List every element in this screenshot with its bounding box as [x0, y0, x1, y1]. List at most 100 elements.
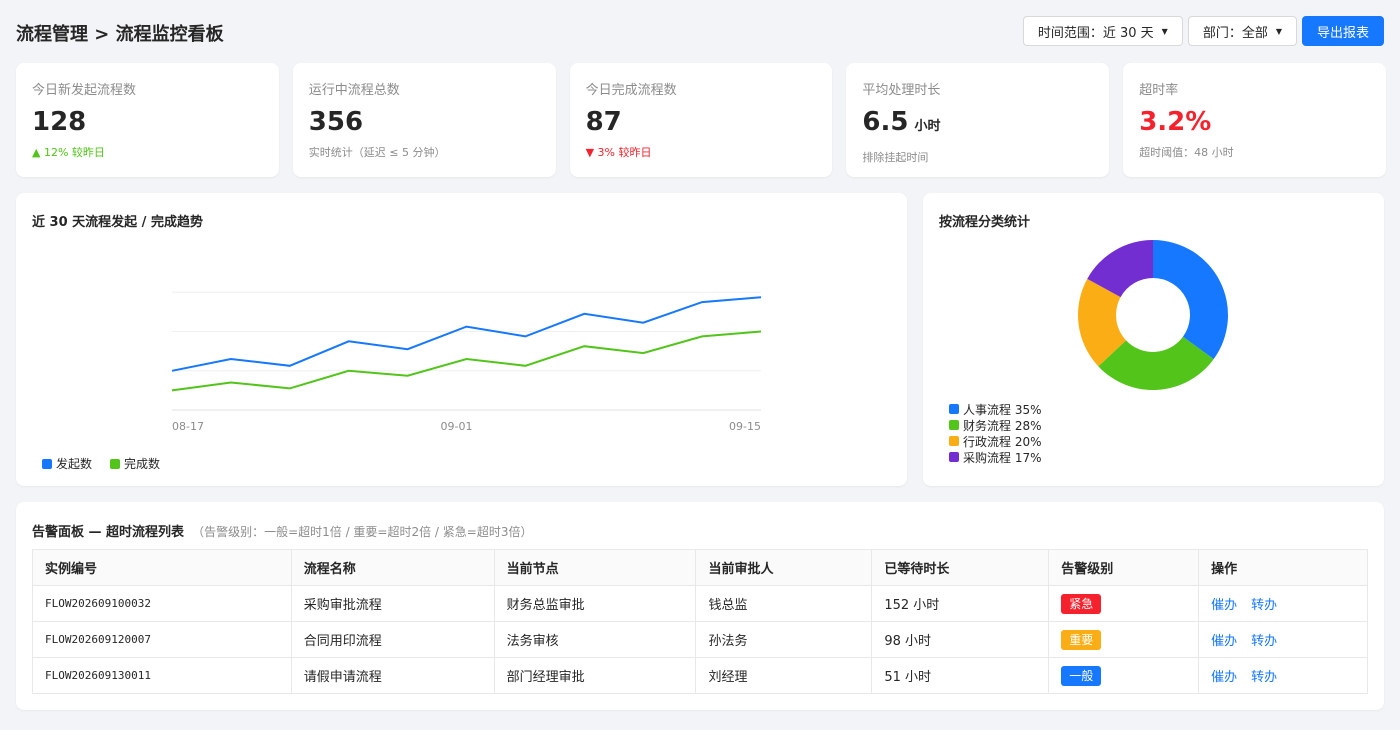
alert-level-note: （告警级别：一般=超时1倍 / 重要=超时2倍 / 紧急=超时3倍）: [192, 525, 533, 539]
alert-level-cell: 紧急: [1048, 585, 1200, 622]
actions-cell: 催办 转办: [1198, 585, 1368, 622]
time-range-dropdown[interactable]: 时间范围：近 30 天 ▼: [1022, 16, 1183, 46]
kpi-number: 6.5: [862, 107, 909, 137]
legend-item: 财务流程 28%: [949, 417, 1042, 433]
transfer-link[interactable]: 转办: [1251, 598, 1277, 613]
wait-duration: 152 小时: [871, 585, 1050, 622]
legend-swatch: [110, 458, 121, 469]
kpi-label: 运行中流程总数: [308, 83, 400, 98]
kpi-number: 356: [308, 107, 364, 137]
kpi-card-completed-today: 今日完成流程数 87 ▼ 3% 较昨日: [569, 63, 833, 177]
legend-item: 完成数: [110, 455, 160, 472]
current-node: 法务审核: [493, 621, 697, 658]
pie-slice: [1153, 240, 1228, 360]
wait-duration: 98 小时: [871, 621, 1050, 658]
kpi-value: 87: [586, 106, 817, 138]
alert-level-badge: 一般: [1061, 665, 1102, 686]
pie-legend: 人事流程 35% 财务流程 28% 行政流程 20% 采购流程 17%: [949, 401, 1042, 465]
urge-link[interactable]: 催办: [1211, 670, 1237, 685]
current-approver: 孙法务: [695, 621, 873, 658]
department-label: 部门：全部: [1202, 25, 1268, 41]
trend-chart-panel: 近 30 天流程发起 / 完成趋势 08-17 09-01 09-15 发起数 完成数: [16, 193, 907, 486]
column-header: 流程名称: [290, 549, 495, 586]
kpi-card-new-today: 今日新发起流程数 128 ▲ 12% 较昨日: [16, 63, 279, 177]
x-tick-label: 08-17: [172, 420, 204, 433]
table-row: FLOW202609120007 合同用印流程 法务审核 孙法务 98 小时 重…: [32, 621, 1368, 658]
kpi-label: 平均处理时长: [862, 83, 941, 98]
alert-table: 实例编号 流程名称 当前节点 当前审批人 已等待时长 告警级别 操作 FLOW2…: [32, 549, 1368, 694]
current-approver: 钱总监: [695, 585, 873, 622]
kpi-number: 128: [32, 107, 87, 137]
legend-item: 行政流程 20%: [949, 433, 1042, 449]
kpi-card-timeout-rate: 超时率 3.2% 超时阈值：48 小时: [1123, 63, 1386, 177]
column-header: 当前审批人: [695, 549, 873, 586]
actions-cell: 催办 转办: [1198, 657, 1368, 694]
process-name: 采购审批流程: [290, 585, 495, 622]
table-header-row: 实例编号 流程名称 当前节点 当前审批人 已等待时长 告警级别 操作: [32, 549, 1368, 586]
process-name: 请假申请流程: [290, 657, 495, 694]
kpi-note: 排除挂起时间: [862, 151, 929, 164]
urge-link[interactable]: 催办: [1211, 598, 1237, 613]
header-controls: 时间范围：近 30 天 ▼ 部门：全部 ▼ 导出报表: [1022, 16, 1384, 46]
column-header: 告警级别: [1048, 549, 1200, 586]
page-title: 流程管理 > 流程监控看板: [16, 24, 224, 45]
legend-label: 行政流程 20%: [963, 434, 1042, 449]
alert-level-cell: 重要: [1048, 621, 1200, 658]
column-header: 已等待时长: [871, 549, 1050, 586]
kpi-number: 87: [585, 107, 622, 137]
legend-swatch: [949, 436, 959, 446]
legend-item: 发起数: [42, 455, 92, 472]
legend-swatch: [949, 404, 959, 414]
kpi-number: 3.2%: [1139, 107, 1212, 137]
department-dropdown[interactable]: 部门：全部 ▼: [1187, 16, 1297, 46]
alert-level-badge: 重要: [1061, 629, 1102, 650]
kpi-label: 超时率: [1139, 83, 1179, 98]
kpi-unit: 小时: [914, 119, 941, 134]
kpi-change: ▲ 12% 较昨日: [32, 146, 105, 159]
caret-down-icon: ▼: [1161, 26, 1168, 36]
column-header: 操作: [1198, 549, 1368, 586]
kpi-card-avg-duration: 平均处理时长 6.5 小时 排除挂起时间: [846, 63, 1110, 177]
actions-cell: 催办 转办: [1198, 621, 1368, 658]
transfer-link[interactable]: 转办: [1251, 670, 1277, 685]
alert-title-text: 告警面板 — 超时流程列表: [32, 525, 185, 540]
series-line-completed: [171, 330, 762, 392]
kpi-note: 超时阈值：48 小时: [1139, 146, 1234, 159]
current-node: 部门经理审批: [493, 657, 697, 694]
time-range-label: 时间范围：近 30 天: [1037, 25, 1154, 41]
export-report-button[interactable]: 导出报表: [1301, 16, 1384, 46]
kpi-value: 128: [32, 106, 263, 138]
current-node: 财务总监审批: [493, 585, 697, 622]
legend-item: 采购流程 17%: [949, 449, 1042, 465]
alert-panel: 告警面板 — 超时流程列表 （告警级别：一般=超时1倍 / 重要=超时2倍 / 紧…: [16, 502, 1384, 710]
urge-link[interactable]: 催办: [1211, 634, 1237, 649]
trend-line-chart: 08-17 09-01 09-15: [171, 291, 762, 433]
instance-id: FLOW202609120007: [32, 621, 292, 658]
kpi-value: 6.5 小时: [862, 106, 1093, 143]
table-row: FLOW202609100032 采购审批流程 财务总监审批 钱总监 152 小…: [32, 585, 1368, 622]
kpi-note: 实时统计（延迟 ≤ 5 分钟）: [308, 146, 446, 159]
legend-swatch: [949, 420, 959, 430]
kpi-value: 356: [309, 106, 540, 138]
legend-label: 财务流程 28%: [963, 418, 1042, 433]
legend-item: 人事流程 35%: [949, 401, 1042, 417]
kpi-label: 今日完成流程数: [585, 83, 677, 98]
legend-label: 发起数: [56, 457, 93, 471]
kpi-card-running: 运行中流程总数 356 实时统计（延迟 ≤ 5 分钟）: [292, 63, 556, 177]
kpi-change: ▼ 3% 较昨日: [585, 146, 652, 159]
caret-down-icon: ▼: [1275, 26, 1282, 36]
trend-legend: 发起数 完成数: [42, 455, 160, 472]
kpi-label: 今日新发起流程数: [32, 83, 137, 98]
instance-id: FLOW202609100032: [32, 585, 292, 622]
transfer-link[interactable]: 转办: [1251, 634, 1277, 649]
table-row: FLOW202609130011 请假申请流程 部门经理审批 刘经理 51 小时…: [32, 657, 1368, 694]
alert-level-badge: 紧急: [1061, 593, 1102, 614]
legend-label: 完成数: [124, 457, 161, 471]
legend-label: 人事流程 35%: [963, 402, 1042, 417]
instance-id: FLOW202609130011: [32, 657, 292, 694]
process-name: 合同用印流程: [290, 621, 495, 658]
current-approver: 刘经理: [695, 657, 873, 694]
kpi-value: 3.2%: [1139, 106, 1370, 138]
kpi-cards: 今日新发起流程数 128 ▲ 12% 较昨日 运行中流程总数 356 实时统计（…: [16, 63, 1386, 177]
alert-panel-title: 告警面板 — 超时流程列表 （告警级别：一般=超时1倍 / 重要=超时2倍 / 紧…: [32, 521, 532, 540]
